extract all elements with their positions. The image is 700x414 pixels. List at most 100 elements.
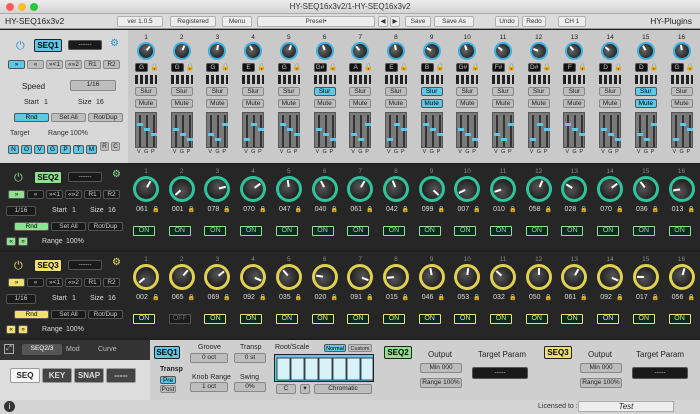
lock-icon[interactable]: 🔒 [364,63,373,71]
seq1-slur-button[interactable]: Slur [456,87,479,96]
seq1-mute-button[interactable]: Mute [349,99,372,108]
seq1-mute-button[interactable]: Mute [384,99,407,108]
seq1-vgp-sliders[interactable] [206,112,229,148]
root-note-selector[interactable]: C [276,384,296,394]
seq1-gate-bars[interactable] [456,75,479,84]
seq3-on-toggle[interactable]: OFF [168,314,191,324]
seq1-size-value[interactable]: 16 [96,99,104,106]
seq1-gate-bars[interactable] [313,75,336,84]
lock-icon[interactable]: 🔒 [221,63,230,71]
lock-icon[interactable]: 🔒 [473,206,480,213]
seq3-on-toggle[interactable]: ON [668,314,691,324]
lock-icon[interactable]: 🔒 [188,294,195,301]
seq1-target-key-t[interactable]: T [73,145,84,154]
seq2-randomize-icon[interactable]: ⚙ [112,169,121,180]
lock-icon[interactable]: 🔒 [509,294,516,301]
seq1-gate-bars[interactable] [277,75,300,84]
seq1-play-mode-button[interactable]: » [8,60,25,69]
lock-icon[interactable]: 🔒 [471,63,480,71]
seq1-slur-button[interactable]: Slur [135,87,157,96]
lock-icon[interactable]: 🔒 [259,294,266,301]
seq1-vgp-sliders[interactable] [456,112,479,148]
tab-seq23[interactable]: SEQ2/3 [22,344,62,355]
lock-icon[interactable]: 🔒 [400,63,409,71]
seq1-tab-1[interactable]: Set All [51,113,86,122]
expand-icon[interactable]: ⤢ [4,344,14,354]
seq3-output-min[interactable]: Min 000 [580,363,622,373]
seq1-slur-button[interactable]: Slur [384,87,407,96]
seq1-slur-button[interactable]: Slur [206,87,229,96]
seq1-play-mode-button[interactable]: «»2 [65,60,82,69]
lock-icon[interactable]: 🔒 [616,206,623,213]
lock-icon[interactable]: 🔒 [402,206,409,213]
seq1-rc-button[interactable]: R [100,142,109,151]
seq2-on-toggle[interactable]: ON [454,226,477,236]
seq1-gate-bars[interactable] [563,75,586,84]
seq2-on-toggle[interactable]: ON [347,226,370,236]
lock-icon[interactable]: 🔒 [257,63,266,71]
seq2-tab-1[interactable]: Set All [51,222,86,231]
lock-icon[interactable]: 🔒 [507,63,516,71]
seq1-vgp-sliders[interactable] [277,112,300,148]
lock-icon[interactable]: 🔒 [366,294,373,301]
lock-icon[interactable]: 🔒 [186,63,195,71]
mode-key-button[interactable]: KEY [42,368,72,383]
seq1-target-key-p[interactable]: P [60,145,71,154]
seq2-on-toggle[interactable]: ON [168,226,191,236]
lock-icon[interactable]: 🔒 [686,63,695,71]
seq1-mute-button[interactable]: Mute [492,99,514,108]
seq1-slur-button[interactable]: Slur [599,87,622,96]
lock-icon[interactable]: 🔒 [331,294,338,301]
seq3-size-value[interactable]: 16 [108,295,116,302]
seq3-play-mode-button[interactable]: « [27,278,44,287]
lock-icon[interactable]: 🔒 [293,63,302,71]
lock-icon[interactable]: 🔒 [223,294,230,301]
tab-mod[interactable]: Mod [66,346,80,353]
seq1-mute-button[interactable]: Mute [313,99,336,108]
seq1-mute-button[interactable]: Mute [527,99,550,108]
seq2-on-toggle[interactable]: ON [632,226,655,236]
seq3-on-toggle[interactable]: ON [133,314,155,324]
seq3-on-toggle[interactable]: ON [382,314,405,324]
seq2-speed-selector[interactable]: 1/16 [6,206,36,216]
seq1-slur-button[interactable]: Slur [242,87,265,96]
seq1-mute-button[interactable]: Mute [135,99,157,108]
lock-icon[interactable]: 🔒 [578,63,587,71]
seq1-gate-bars[interactable] [599,75,622,84]
seq3-range-value[interactable]: 100% [66,326,84,333]
save-as-button[interactable]: Save As [434,16,474,27]
seq1-mute-button[interactable]: Mute [456,99,479,108]
info-icon[interactable]: i [4,401,15,412]
seq2-output-min[interactable]: Min 000 [420,363,462,373]
seq1-start-value[interactable]: 1 [44,99,48,106]
seq1-mute-button[interactable]: Mute [242,99,265,108]
seq1-slur-button[interactable]: Slur [527,87,550,96]
seq1-mute-button[interactable]: Mute [170,99,193,108]
lock-icon[interactable]: 🔒 [438,294,445,301]
seq1-gate-bars[interactable] [670,75,693,84]
seq3-tab-0[interactable]: Rnd [14,310,49,319]
seq3-value-knob[interactable] [525,264,552,290]
lock-icon[interactable]: 🔒 [295,294,302,301]
preset-next-button[interactable]: ▶ [390,16,400,27]
lock-icon[interactable]: 🔒 [438,206,445,213]
seq2-play-mode-button[interactable]: « [27,190,44,199]
mode-seq-button[interactable]: SEQ [10,368,40,383]
lock-icon[interactable]: 🔒 [616,294,623,301]
lock-icon[interactable]: 🔒 [580,294,587,301]
seq1-slur-button[interactable]: Slur [670,87,693,96]
seq1-vgp-sliders[interactable] [492,112,514,148]
seq1-gate-bars[interactable] [420,75,443,84]
mode-empty-button[interactable]: ----- [106,368,136,383]
seq1-vgp-sliders[interactable] [135,112,157,148]
seq1-gate-bars[interactable] [135,75,157,84]
seq2-on-toggle[interactable]: ON [204,226,227,236]
seq1-gate-bars[interactable] [634,75,657,84]
seq1-vgp-sliders[interactable] [670,112,693,148]
seq1-vgp-sliders[interactable] [313,112,336,148]
seq3-on-toggle[interactable]: ON [632,314,655,324]
seq2-on-toggle[interactable]: ON [561,226,584,236]
lock-icon[interactable]: 🔒 [223,206,230,213]
seq1-slur-button[interactable]: Slur [492,87,514,96]
seq1-mute-button[interactable]: Mute [277,99,300,108]
